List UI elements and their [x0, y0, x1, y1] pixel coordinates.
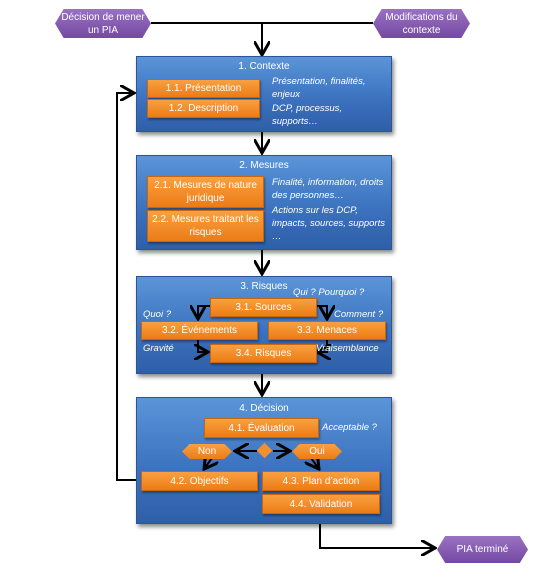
- step-objectifs: 4.2. Objectifs: [141, 471, 258, 491]
- step-evaluation: 4.1. Évaluation: [204, 418, 319, 438]
- decision-oui: Oui: [292, 444, 342, 459]
- pia-diagram: Décision de mener un PIA Modifications d…: [0, 0, 556, 570]
- decision-non: Non: [182, 444, 232, 459]
- note-acceptable: Acceptable ?: [322, 422, 377, 433]
- end-terminal: PIA terminé: [437, 536, 528, 563]
- step-plan-action: 4.3. Plan d’action: [262, 471, 380, 491]
- step-validation: 4.4. Validation: [262, 494, 380, 514]
